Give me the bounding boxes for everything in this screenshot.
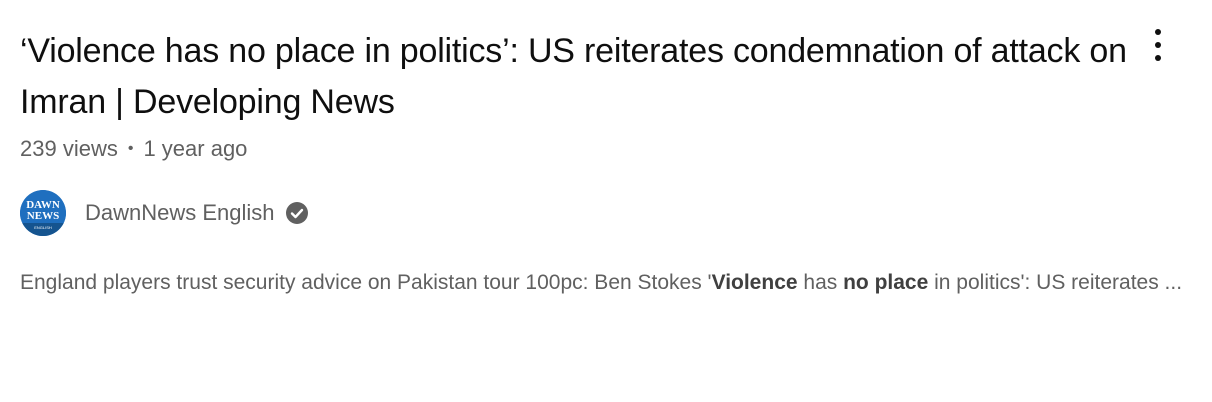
channel-info[interactable]: DAWN NEWS ENGLISH DawnNews English [20,190,1192,236]
video-metadata: 239 views • 1 year ago [20,134,1192,164]
channel-avatar[interactable]: DAWN NEWS ENGLISH [20,190,66,236]
highlight-term: Violence [711,271,798,294]
svg-text:NEWS: NEWS [27,210,59,222]
highlight-term: no place [843,271,929,294]
verified-check-icon [285,201,309,225]
svg-text:ENGLISH: ENGLISH [34,225,52,230]
meta-separator: • [127,140,134,157]
channel-name[interactable]: DawnNews English [85,200,275,226]
upload-age: 1 year ago [143,136,248,161]
more-vert-icon [1155,29,1161,61]
video-description-snippet: England players trust security advice on… [20,271,1183,294]
video-title[interactable]: ‘Violence has no place in politics’: US … [20,26,1192,128]
dawn-news-logo: DAWN NEWS ENGLISH [20,190,66,236]
more-actions-button[interactable] [1138,26,1178,66]
video-result[interactable]: ‘Violence has no place in politics’: US … [20,26,1192,301]
view-count: 239 views [20,136,118,161]
